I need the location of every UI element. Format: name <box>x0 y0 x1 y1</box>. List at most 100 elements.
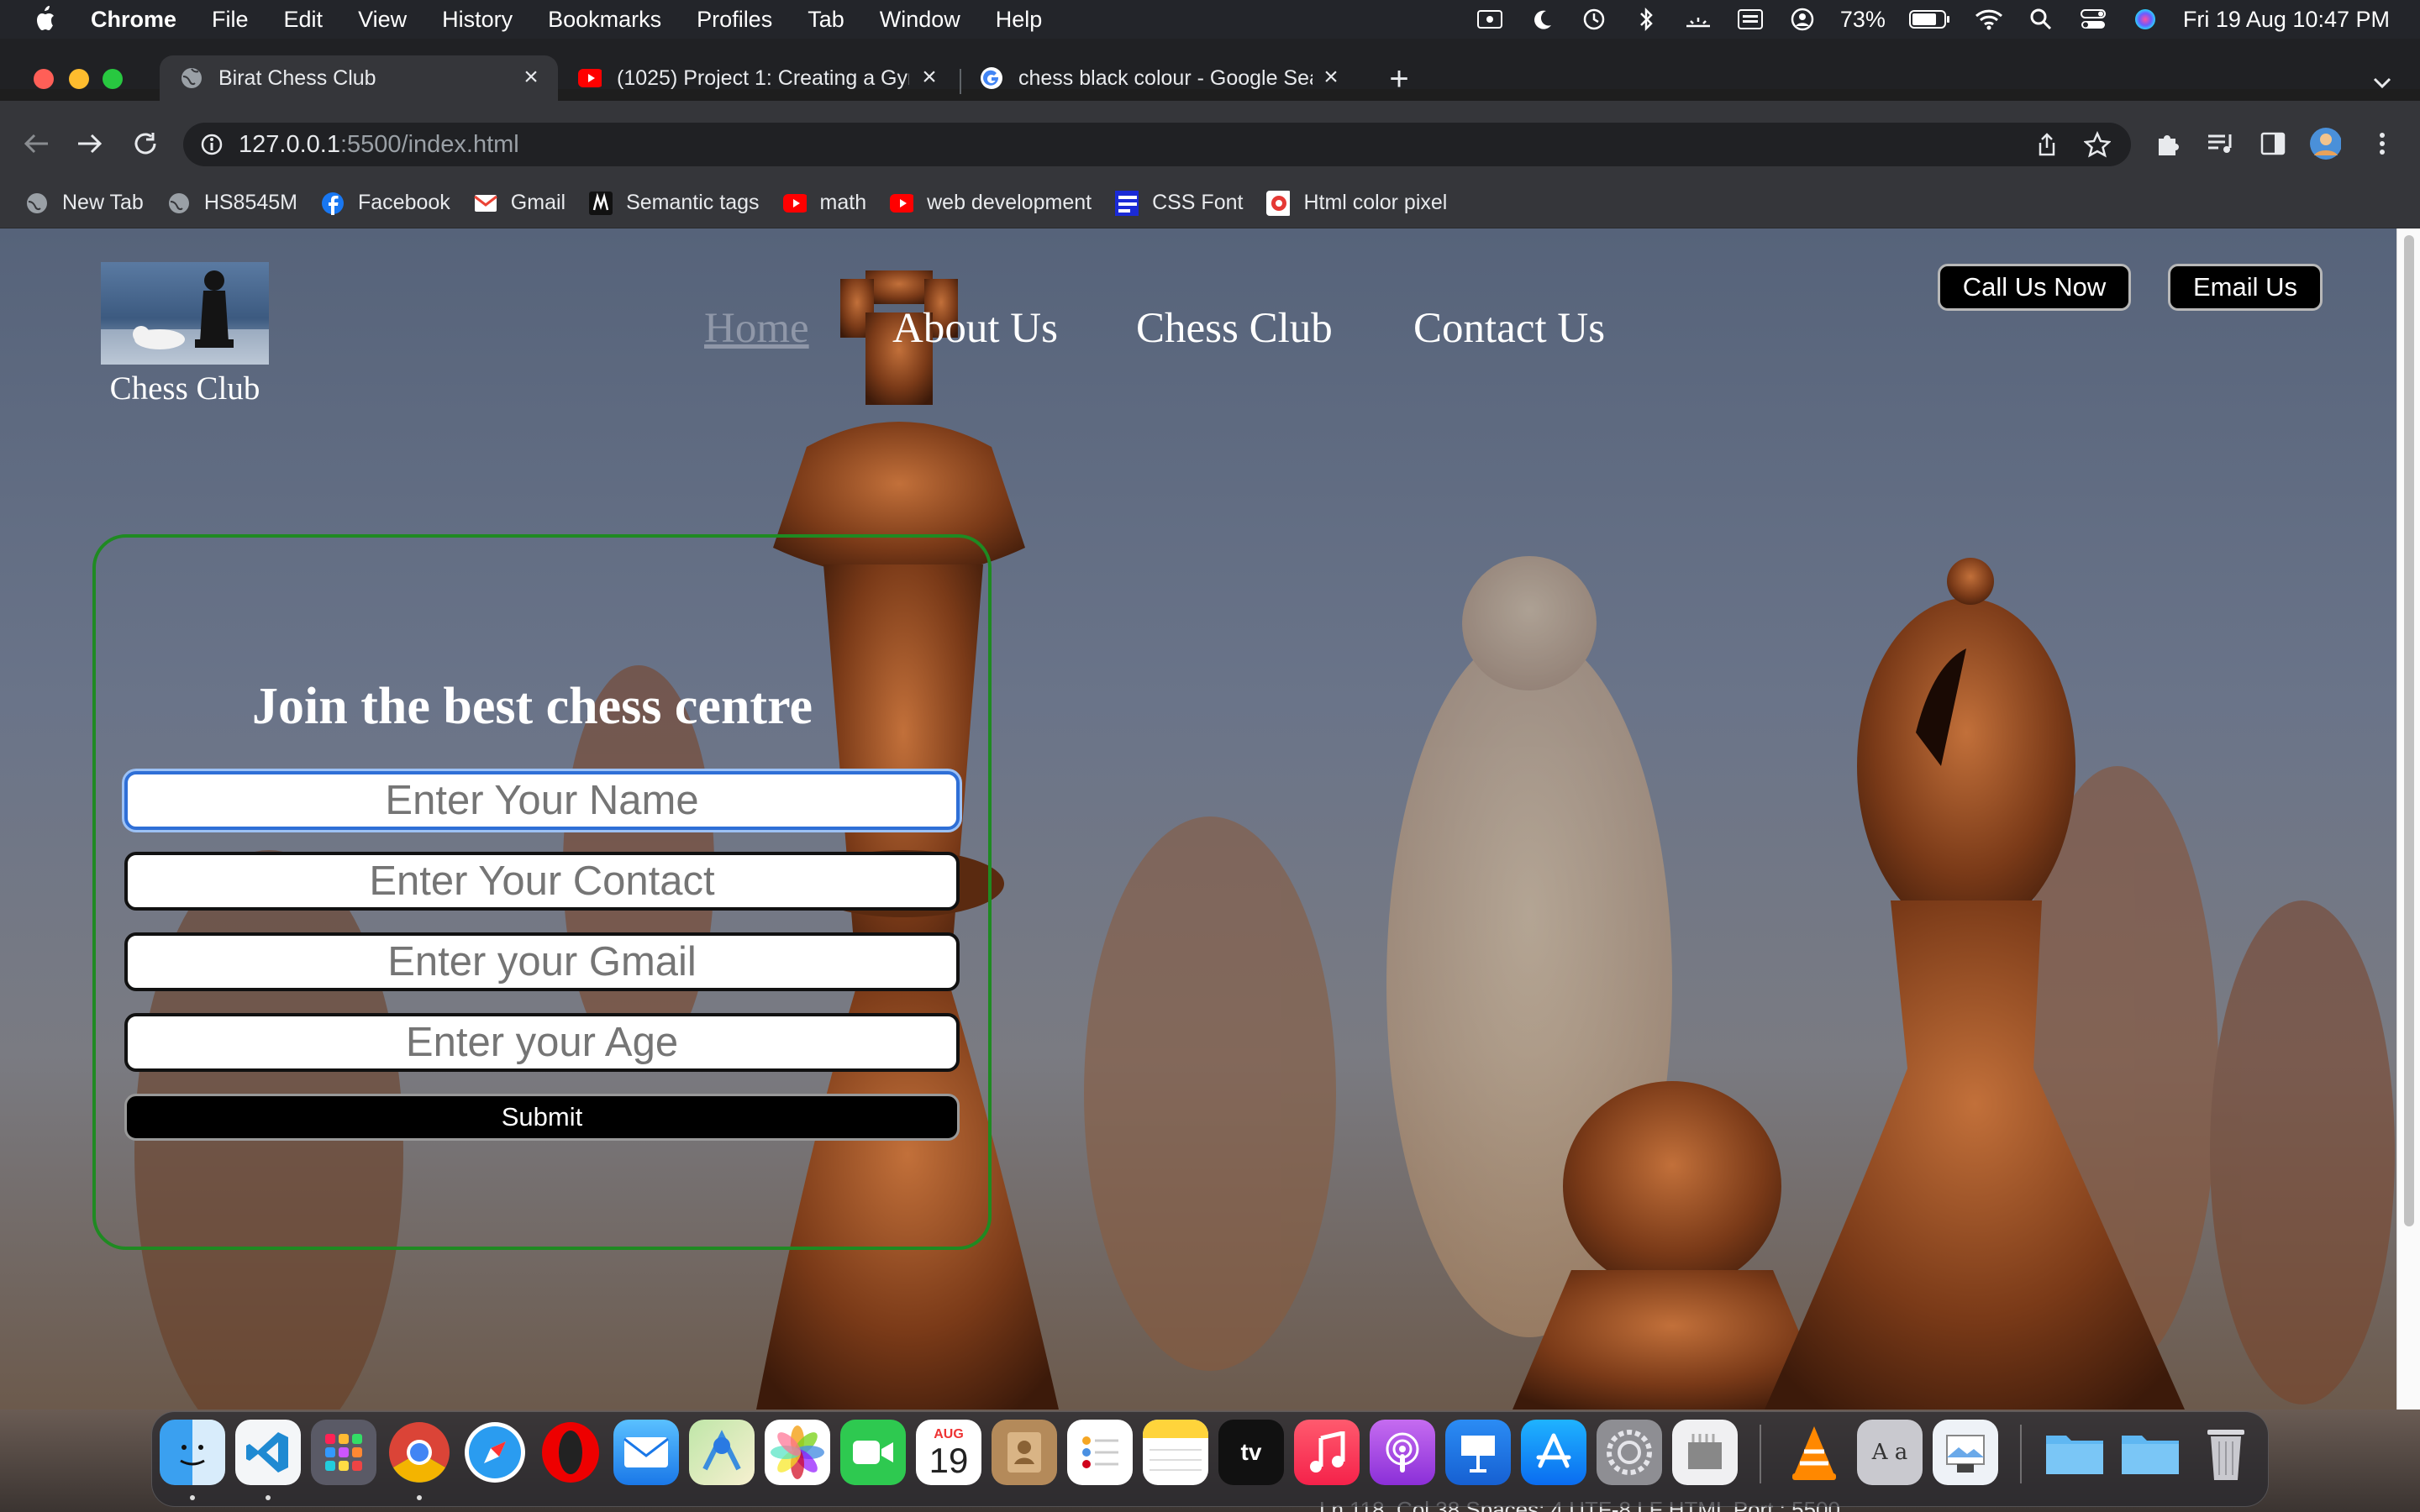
clock-datetime[interactable]: Fri 19 Aug 10:47 PM <box>2183 7 2390 33</box>
keynote-icon[interactable] <box>1445 1420 1511 1485</box>
close-tab-icon[interactable]: × <box>519 65 543 90</box>
menu-edit[interactable]: Edit <box>284 7 324 33</box>
dock-separator <box>2020 1425 2022 1483</box>
wifi-icon[interactable] <box>1975 7 2003 32</box>
menu-profiles[interactable]: Profiles <box>697 7 772 33</box>
control-center-icon[interactable] <box>2079 7 2107 32</box>
site-info-icon[interactable] <box>200 133 224 156</box>
preview-icon[interactable] <box>1933 1420 1998 1485</box>
back-arrow-icon[interactable] <box>20 128 52 160</box>
nav-link-chess-club[interactable]: Chess Club <box>1136 304 1333 353</box>
menu-app-chrome[interactable]: Chrome <box>91 7 176 33</box>
tab-birat-chess-club[interactable]: Birat Chess Club × <box>160 55 558 101</box>
forward-arrow-icon[interactable] <box>74 128 106 160</box>
music-icon[interactable] <box>1294 1420 1360 1485</box>
call-us-now-button[interactable]: Call Us Now <box>1938 264 2131 311</box>
time-machine-icon[interactable] <box>1580 7 1608 32</box>
bluetooth-icon[interactable] <box>1632 7 1660 32</box>
menu-tab[interactable]: Tab <box>808 7 844 33</box>
new-tab-button[interactable]: + <box>1385 62 1413 96</box>
reminders-icon[interactable] <box>1067 1420 1133 1485</box>
name-input[interactable] <box>124 771 960 830</box>
bookmark-star-icon[interactable] <box>2082 130 2112 158</box>
bookmark-math[interactable]: math <box>782 191 866 215</box>
menu-file[interactable]: File <box>212 7 249 33</box>
share-icon[interactable] <box>2033 131 2060 158</box>
nav-link-about[interactable]: About Us <box>892 304 1058 353</box>
safari-icon[interactable] <box>462 1420 528 1485</box>
battery-icon[interactable] <box>1908 7 1951 32</box>
notes-icon[interactable] <box>1143 1420 1208 1485</box>
tab-search-chevron-icon[interactable] <box>2368 71 2396 94</box>
bookmark-html-color-pixel[interactable]: Html color pixel <box>1266 190 1447 216</box>
finder-icon[interactable] <box>160 1420 225 1485</box>
more-menu-icon[interactable] <box>2366 128 2398 160</box>
age-input[interactable] <box>124 1013 960 1072</box>
photos-icon[interactable] <box>765 1420 830 1485</box>
close-tab-icon[interactable]: × <box>1319 65 1343 90</box>
menu-bookmarks[interactable]: Bookmarks <box>548 7 661 33</box>
menu-history[interactable]: History <box>442 7 513 33</box>
extensions-puzzle-icon[interactable] <box>2151 128 2183 160</box>
bookmark-new-tab[interactable]: New Tab <box>25 191 144 215</box>
user-account-icon[interactable] <box>1788 7 1817 32</box>
vscode-icon[interactable] <box>235 1420 301 1485</box>
menu-help[interactable]: Help <box>996 7 1043 33</box>
mail-icon[interactable] <box>613 1420 679 1485</box>
launchpad-icon[interactable] <box>311 1420 376 1485</box>
app-store-icon[interactable] <box>1521 1420 1586 1485</box>
window-close-button[interactable] <box>34 69 54 89</box>
chrome-icon[interactable] <box>387 1420 452 1485</box>
nav-link-home[interactable]: Home <box>704 304 809 353</box>
menu-window[interactable]: Window <box>880 7 960 33</box>
tab-google-search[interactable]: chess black colour - Google Search × <box>960 55 1358 101</box>
url-text[interactable]: 127.0.0.1:5500/index.html <box>239 131 519 159</box>
media-queue-icon[interactable] <box>2205 128 2237 160</box>
close-tab-icon[interactable]: × <box>918 65 941 90</box>
focus-moon-icon[interactable] <box>1528 7 1556 32</box>
site-logo-image[interactable] <box>101 262 269 365</box>
trash-icon[interactable] <box>2193 1420 2259 1485</box>
window-minimize-button[interactable] <box>69 69 89 89</box>
bookmark-css-font[interactable]: CSS Font <box>1115 190 1243 216</box>
bookmark-semantic-tags[interactable]: Semantic tags <box>589 191 760 215</box>
opera-icon[interactable] <box>538 1420 603 1485</box>
email-us-button[interactable]: Email Us <box>2168 264 2323 311</box>
address-bar[interactable]: 127.0.0.1:5500/index.html <box>183 123 2131 166</box>
bookmark-hs8545m[interactable]: HS8545M <box>167 191 297 215</box>
siri-icon[interactable] <box>2131 7 2160 32</box>
page-scrollbar[interactable] <box>2396 228 2420 1410</box>
scrollbar-thumb[interactable] <box>2404 235 2414 1226</box>
keyboard-input-icon[interactable] <box>1736 7 1765 32</box>
window-zoom-button[interactable] <box>103 69 123 89</box>
submit-button[interactable]: Submit <box>124 1094 960 1141</box>
folder-icon[interactable] <box>2042 1420 2107 1485</box>
apple-icon[interactable] <box>29 5 62 34</box>
tab-youtube-project[interactable]: (1025) Project 1: Creating a Gym × <box>558 55 956 101</box>
bookmark-facebook[interactable]: Facebook <box>321 191 450 215</box>
gmail-input[interactable] <box>124 932 960 991</box>
screen-record-icon[interactable] <box>1476 7 1504 32</box>
calendar-icon[interactable]: AUG 19 <box>916 1420 981 1485</box>
nav-link-contact[interactable]: Contact Us <box>1413 304 1605 353</box>
profile-avatar[interactable] <box>2309 128 2341 160</box>
apple-tv-icon[interactable]: tv <box>1218 1420 1284 1485</box>
system-preferences-icon[interactable] <box>1597 1420 1662 1485</box>
maps-icon[interactable] <box>689 1420 755 1485</box>
facetime-icon[interactable] <box>840 1420 906 1485</box>
bookmark-web-development[interactable]: web development <box>890 191 1092 215</box>
menu-view[interactable]: View <box>358 7 407 33</box>
contact-input[interactable] <box>124 852 960 911</box>
reload-icon[interactable] <box>129 128 161 160</box>
archive-utility-icon[interactable] <box>1672 1420 1738 1485</box>
font-book-icon[interactable]: A a <box>1857 1420 1923 1485</box>
folder-icon[interactable] <box>2118 1420 2183 1485</box>
side-panel-icon[interactable] <box>2257 128 2289 160</box>
site-logo-text[interactable]: Chess Club <box>92 370 277 407</box>
podcasts-icon[interactable] <box>1370 1420 1435 1485</box>
display-brightness-icon[interactable] <box>1684 7 1712 32</box>
spotlight-search-icon[interactable] <box>2027 7 2055 32</box>
contacts-icon[interactable] <box>992 1420 1057 1485</box>
bookmark-gmail[interactable]: Gmail <box>473 191 566 215</box>
vlc-icon[interactable] <box>1781 1420 1847 1485</box>
